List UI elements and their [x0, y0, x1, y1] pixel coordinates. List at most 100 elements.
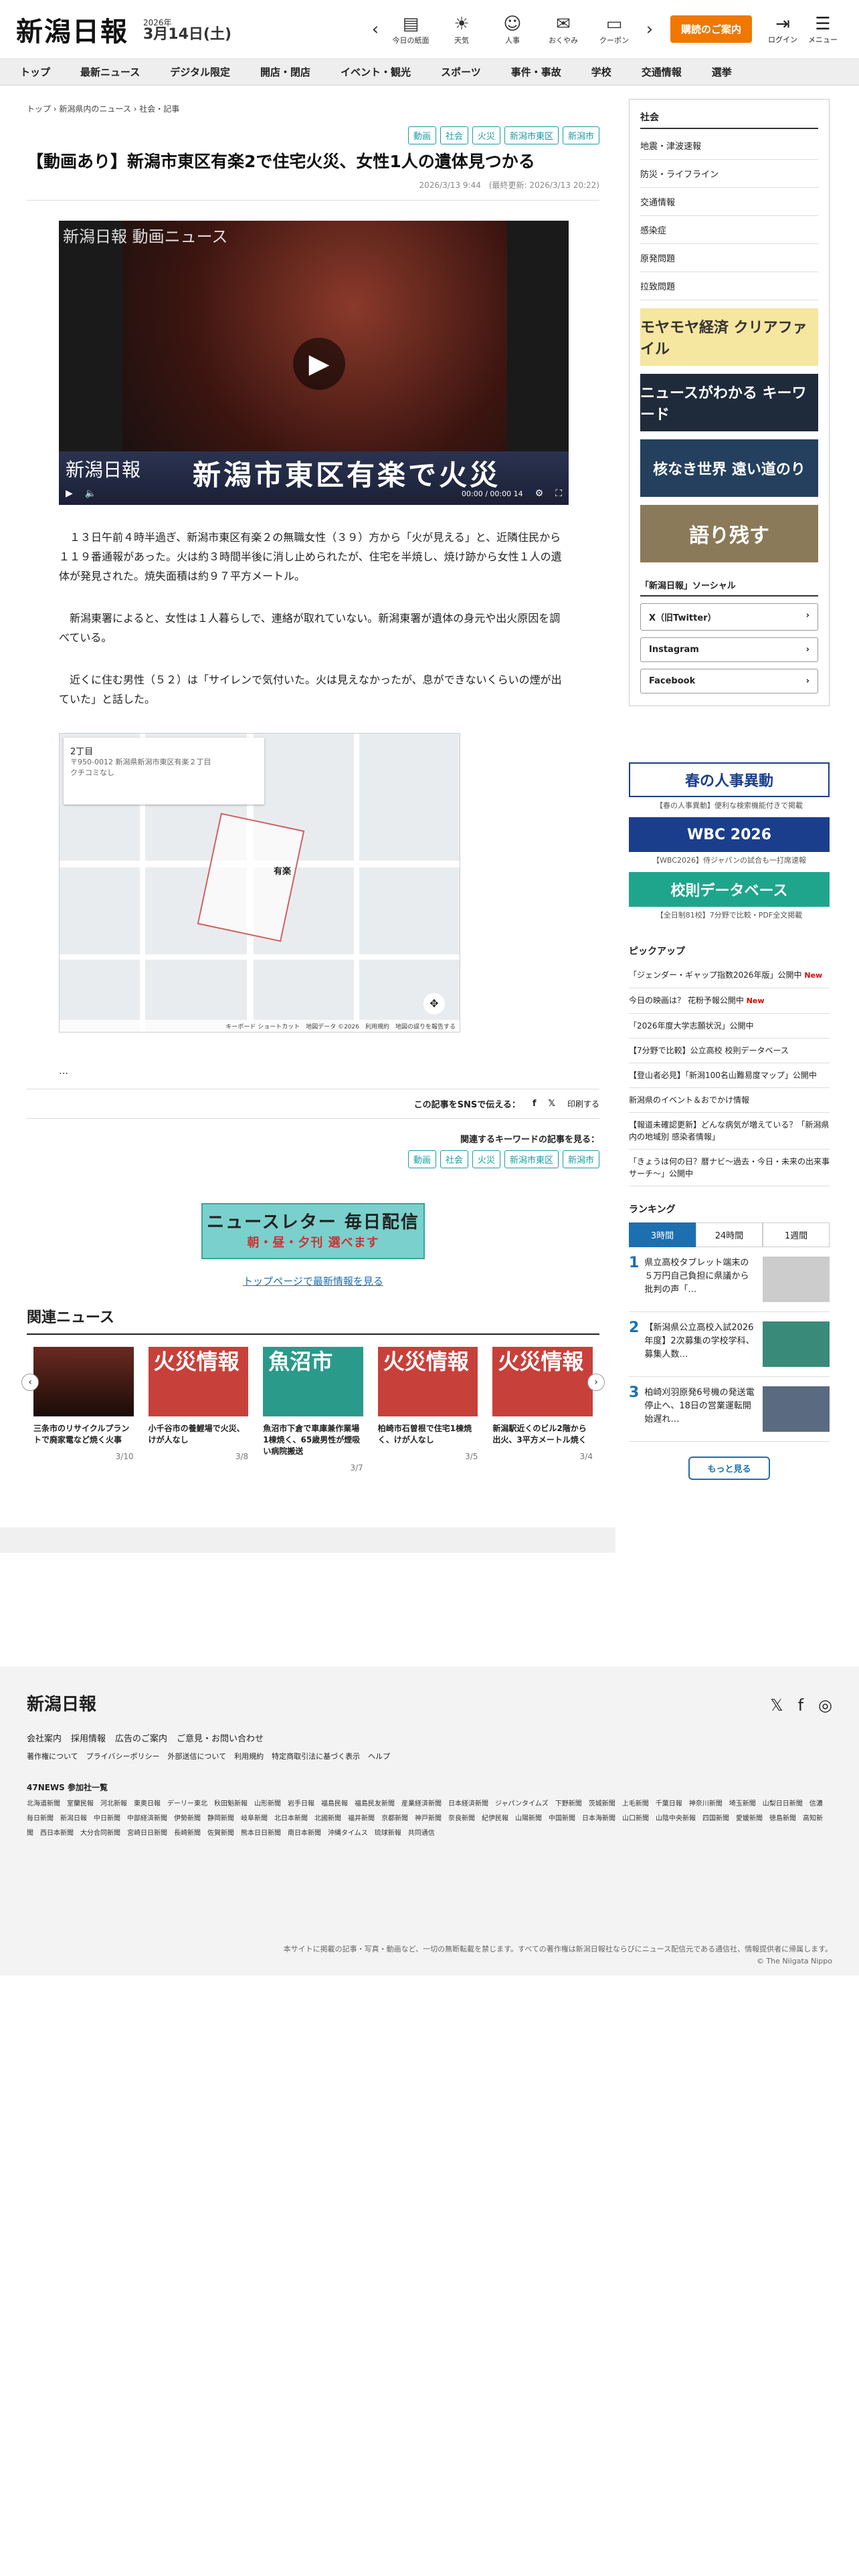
- sidebar-item[interactable]: 地震・津波速報: [640, 132, 818, 160]
- nav-item[interactable]: 交通情報: [642, 65, 682, 79]
- map-address: 〒950-0012 新潟県新潟市東区有楽２丁目: [70, 758, 211, 766]
- ranking-tab-1w[interactable]: 1週間: [763, 1222, 830, 1247]
- footer-link[interactable]: 利用規約: [234, 1751, 264, 1761]
- pickup-item[interactable]: 「ジェンダー・ギャップ指数2026年版」公開中 New: [629, 963, 830, 988]
- sidebar-banner[interactable]: 核なき世界 遠い道のり: [640, 439, 818, 497]
- partner-papers[interactable]: 北海道新聞 室蘭民報 河北新報 東奥日報 デーリー東北 秋田魁新報 山形新聞 岩…: [27, 1797, 827, 1841]
- sidebar-item[interactable]: 交通情報: [640, 188, 818, 216]
- related-card[interactable]: 火災情報 柏崎市石曽根で住宅1棟焼く、けが人なし 3/5: [377, 1347, 478, 1474]
- ranking-tab-24h[interactable]: 24時間: [696, 1222, 763, 1247]
- ranking-item[interactable]: 1 県立高校タブレット端末の５万円自己負担に県議から批判の声「…: [629, 1247, 830, 1312]
- header-link-weather[interactable]: ☀ 天気: [436, 13, 487, 45]
- tag-link[interactable]: 社会: [440, 1150, 468, 1168]
- social-link-facebook[interactable]: Facebook ›: [640, 669, 818, 693]
- nav-item[interactable]: スポーツ: [441, 65, 481, 79]
- footer-link[interactable]: ヘルプ: [368, 1751, 390, 1761]
- ranking-item[interactable]: 2 【新潟県公立高校入試2026年度】2次募集の学校学科、募集人数…: [629, 1312, 830, 1377]
- pickup-item[interactable]: 【登山者必見】「新潟100名山難易度マップ」公開中: [629, 1063, 830, 1088]
- social-link-instagram[interactable]: Instagram ›: [640, 637, 818, 662]
- footer-link[interactable]: 著作権について: [27, 1751, 78, 1761]
- nav-item[interactable]: トップ: [20, 65, 50, 79]
- footer-link[interactable]: ご意見・お問い合わせ: [177, 1731, 264, 1744]
- x-icon[interactable]: 𝕏: [770, 1696, 783, 1715]
- sidebar-item[interactable]: 感染症: [640, 216, 818, 244]
- site-logo[interactable]: 新潟日報: [16, 10, 128, 49]
- related-card[interactable]: 三条市のリサイクルプラントで廃家電など焼く火事 3/10: [33, 1347, 134, 1474]
- footer-link[interactable]: 採用情報: [71, 1731, 106, 1744]
- footer-logo[interactable]: 新潟日報: [27, 1691, 832, 1715]
- play-icon[interactable]: ▶: [293, 338, 345, 390]
- sidebar-banner[interactable]: ニュースがわかる キーワード: [640, 374, 818, 431]
- pickup-item[interactable]: 「きょうは何の日？暦ナビ〜過去・今日・未来の出来事サーチ〜」公開中: [629, 1150, 830, 1186]
- tag-link[interactable]: 新潟市: [562, 1150, 599, 1168]
- volume-icon[interactable]: 🔈: [85, 488, 96, 499]
- pickup-item[interactable]: 「2026年度大学志願状況」公開中: [629, 1014, 830, 1039]
- facebook-icon[interactable]: f: [798, 1696, 803, 1715]
- nav-item[interactable]: デジタル限定: [170, 65, 230, 79]
- related-card[interactable]: 火災情報 新潟駅近くのビル2階から出火、3平方メートル焼く 3/4: [492, 1347, 593, 1474]
- ranking-heading[interactable]: ランキング: [629, 1202, 830, 1216]
- tag-link[interactable]: 動画: [407, 1150, 436, 1168]
- pickup-item[interactable]: 今日の映画は？ 花粉予報公開中 New: [629, 988, 830, 1014]
- carousel-next-icon[interactable]: ›: [587, 1374, 605, 1391]
- x-icon[interactable]: 𝕏: [549, 1099, 555, 1109]
- header-link-personnel[interactable]: ☺ 人事: [487, 13, 538, 45]
- newsletter-banner[interactable]: ニュースレター 毎日配信 朝・昼・夕刊 選べます: [201, 1203, 425, 1259]
- ranking-item[interactable]: 3 柏崎刈羽原発6号機の発送電停止へ、18日の営業運転開始遅れ…: [629, 1377, 830, 1442]
- play-small-icon[interactable]: ▶: [66, 488, 73, 499]
- related-card[interactable]: 魚沼市 魚沼市下倉で車庫兼作業場1棟焼く、65歳男性が煙吸い病院搬送 3/7: [263, 1347, 363, 1474]
- nav-item[interactable]: イベント・観光: [341, 65, 411, 79]
- settings-icon[interactable]: ⚙: [535, 488, 544, 499]
- header-link-coupon[interactable]: ▭ クーポン: [589, 13, 640, 45]
- pickup-item[interactable]: 【報道未確認更新】どんな病気が増えている？「新潟県内の地域別 感染者情報」: [629, 1113, 830, 1150]
- nav-item[interactable]: 最新ニュース: [80, 65, 140, 79]
- login-button[interactable]: ⇥ ログイン: [763, 14, 803, 45]
- tag-link[interactable]: 新潟市東区: [504, 1150, 559, 1168]
- nav-item[interactable]: 選挙: [712, 65, 732, 79]
- footer-link[interactable]: プライバシーポリシー: [86, 1751, 160, 1761]
- ranking-tab-3h[interactable]: 3時間: [629, 1222, 696, 1247]
- sidebar-item[interactable]: 防災・ライフライン: [640, 160, 818, 188]
- ad-banner[interactable]: 春の人事異動: [629, 762, 830, 797]
- pickup-item[interactable]: 【7分野で比較】公立高校 校則データベース: [629, 1039, 830, 1063]
- carousel-prev-icon[interactable]: ‹: [21, 1374, 39, 1391]
- chevron-right-icon[interactable]: ›: [640, 19, 660, 39]
- ad-banner[interactable]: 校則データベース: [629, 872, 830, 907]
- tag-link[interactable]: 火災: [472, 1150, 500, 1168]
- top-page-link[interactable]: トップページで最新情報を見る: [27, 1274, 599, 1288]
- embedded-map[interactable]: 有楽 2丁目 〒950-0012 新潟県新潟市東区有楽２丁目 クチコミなし ✥ …: [59, 733, 460, 1033]
- sidebar-banner[interactable]: モヤモヤ経済 クリアファイル: [640, 308, 818, 366]
- sidebar-banner[interactable]: 語り残す: [640, 505, 818, 562]
- video-player[interactable]: 新潟日報 動画ニュース ▶ 新潟日報 新潟市東区有楽で火災 ▶ 🔈 00:00 …: [59, 221, 569, 505]
- tag-link[interactable]: 動画: [407, 126, 436, 144]
- more-button[interactable]: もっと見る: [688, 1457, 770, 1480]
- related-card[interactable]: 火災情報 小千谷市の養鯉場で火災、けが人なし 3/8: [148, 1347, 249, 1474]
- ad-banner[interactable]: WBC 2026: [629, 817, 830, 852]
- footer-link[interactable]: 会社案内: [27, 1731, 62, 1744]
- recenter-icon[interactable]: ✥: [423, 993, 445, 1014]
- header-link-obituary[interactable]: ✉ おくやみ: [538, 13, 589, 45]
- nav-item[interactable]: 事件・事故: [511, 65, 561, 79]
- instagram-icon[interactable]: ◎: [818, 1696, 832, 1715]
- chevron-left-icon[interactable]: ‹: [365, 19, 385, 39]
- nav-item[interactable]: 学校: [591, 65, 611, 79]
- print-button[interactable]: 印刷する: [567, 1098, 599, 1109]
- tag-link[interactable]: 新潟市東区: [504, 126, 559, 144]
- header-link-paper[interactable]: ▤ 今日の紙面: [385, 13, 436, 45]
- sidebar-item[interactable]: 拉致問題: [640, 272, 818, 300]
- pickup-item[interactable]: 新潟県のイベント＆おでかけ情報: [629, 1088, 830, 1113]
- facebook-icon[interactable]: f: [533, 1099, 537, 1109]
- footer-link[interactable]: 外部送信について: [167, 1751, 226, 1761]
- nav-item[interactable]: 開店・閉店: [260, 65, 310, 79]
- social-link-x[interactable]: X（旧Twitter） ›: [640, 603, 818, 631]
- tag-link[interactable]: 新潟市: [562, 126, 599, 144]
- subscribe-button[interactable]: 購読のご案内: [670, 15, 752, 43]
- fullscreen-icon[interactable]: ⛶: [555, 488, 562, 499]
- footer-link[interactable]: 広告のご案内: [115, 1731, 167, 1744]
- tag-link[interactable]: 社会: [440, 126, 468, 144]
- sidebar-item[interactable]: 原発問題: [640, 244, 818, 272]
- tag-link[interactable]: 火災: [472, 126, 500, 144]
- menu-button[interactable]: ☰ メニュー: [803, 14, 843, 45]
- breadcrumb[interactable]: トップ › 新潟県内のニュース › 社会・記事: [27, 99, 599, 126]
- footer-link[interactable]: 特定商取引法に基づく表示: [272, 1751, 360, 1761]
